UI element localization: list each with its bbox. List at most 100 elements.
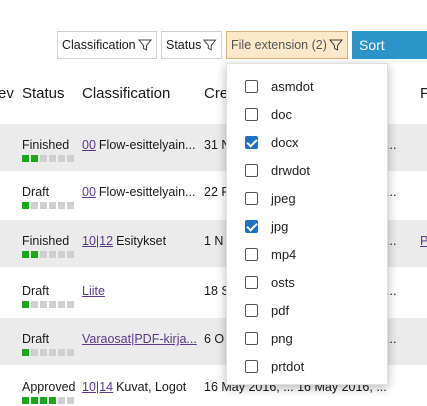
status-step (67, 155, 74, 162)
classification-link[interactable]: 00 (82, 138, 96, 152)
status-step (58, 301, 65, 308)
option-label: jpeg (271, 190, 296, 206)
classification-link[interactable]: 00 (82, 185, 96, 199)
file-extension-option[interactable]: docx (227, 128, 389, 156)
checkbox-icon[interactable] (245, 359, 258, 373)
status-step (22, 349, 29, 356)
checkbox-icon[interactable] (245, 303, 258, 317)
sort-button[interactable]: Sort (352, 31, 427, 59)
status-step (31, 301, 38, 308)
funnel-icon (328, 39, 343, 51)
file-extension-option[interactable]: drwdot (227, 156, 389, 184)
checkbox-checked-icon[interactable] (245, 135, 258, 149)
checkbox-icon[interactable] (245, 331, 258, 345)
classification-link[interactable]: Liite (82, 284, 105, 298)
option-label: docx (271, 134, 299, 150)
status-progress (22, 301, 74, 308)
file-extension-option[interactable]: png (227, 324, 389, 352)
file-extension-filter-label: File extension (2) (231, 38, 327, 52)
option-label: pdf (271, 302, 290, 318)
status-step (58, 251, 65, 258)
status-step (31, 202, 38, 209)
status-step (49, 202, 56, 209)
option-label: doc (271, 106, 292, 122)
status-step (67, 397, 74, 404)
status-filter-button[interactable]: Status (161, 31, 222, 59)
checkbox-icon[interactable] (245, 163, 258, 177)
status-step (31, 397, 38, 404)
file-extension-option[interactable]: osts (227, 268, 389, 296)
classification-link[interactable]: 10|12 (82, 234, 113, 248)
status-step (40, 301, 47, 308)
classification-filter-button[interactable]: Classification (57, 31, 157, 59)
option-label: asmdot (271, 78, 314, 94)
status-step (67, 251, 74, 258)
file-extension-option[interactable]: doc (227, 100, 389, 128)
column-header-created[interactable]: Cre (204, 85, 228, 102)
funnel-icon (137, 39, 152, 51)
funnel-icon (203, 39, 217, 51)
status-step (49, 155, 56, 162)
status-step (40, 155, 47, 162)
status-progress (22, 349, 74, 356)
status-step (31, 251, 38, 258)
classification-text: Flow-esittelyain... (98, 185, 196, 199)
file-extension-option[interactable]: asmdot (227, 72, 389, 100)
column-header-p[interactable]: P (420, 85, 427, 102)
status-step (67, 301, 74, 308)
classification-text: Kuvat, Logot (116, 380, 187, 394)
checkbox-icon[interactable] (245, 79, 258, 93)
status-step (49, 397, 56, 404)
classification-text: Esitykset (116, 234, 167, 248)
row-status: Approved (22, 380, 76, 394)
checkbox-checked-icon[interactable] (245, 219, 258, 233)
file-extension-option[interactable]: jpg (227, 212, 389, 240)
status-step (22, 301, 29, 308)
filter-bar: Classification Status File extension (2)… (0, 31, 427, 60)
status-step (58, 349, 65, 356)
row-status: Draft (22, 332, 50, 346)
row-created: 18 S (204, 284, 226, 298)
row-status: Finished (22, 138, 70, 152)
row-created: 6 O (204, 332, 225, 346)
status-step (58, 202, 65, 209)
file-extension-dropdown: asmdot doc docx drwdot jpeg jpg mp4 osts pdf png p… (226, 63, 388, 385)
checkbox-icon[interactable] (245, 275, 258, 289)
status-step (22, 155, 29, 162)
status-step (49, 251, 56, 258)
checkbox-icon[interactable] (245, 247, 258, 261)
status-step (40, 397, 47, 404)
row-classification: 00 Flow-esittelyain... (82, 185, 198, 199)
sort-label: Sort (359, 37, 385, 53)
row-classification: Liite (82, 284, 198, 298)
row-classification: 10|12 Esitykset (82, 234, 198, 248)
status-step (40, 202, 47, 209)
file-extension-option[interactable]: pdf (227, 296, 389, 324)
status-step (49, 349, 56, 356)
column-header-prev[interactable]: ev (0, 85, 14, 102)
column-header-status[interactable]: Status (22, 85, 65, 102)
status-step (58, 155, 65, 162)
option-label: osts (271, 274, 295, 290)
row-status: Draft (22, 185, 50, 199)
row-classification: 10|14 Kuvat, Logot (82, 380, 198, 394)
status-step (31, 155, 38, 162)
file-extension-option[interactable]: prtdot (227, 352, 389, 380)
checkbox-icon[interactable] (245, 107, 258, 121)
status-step (58, 397, 65, 404)
classification-link[interactable]: 10|14 (82, 380, 113, 394)
row-created: 1 N (204, 234, 224, 248)
status-step (67, 349, 74, 356)
status-step (67, 202, 74, 209)
row-p-link[interactable]: P (420, 234, 427, 248)
status-progress (22, 155, 74, 162)
status-progress (22, 202, 74, 209)
file-extension-filter-button[interactable]: File extension (2) (226, 31, 348, 59)
file-extension-option[interactable]: jpeg (227, 184, 389, 212)
column-header-classification[interactable]: Classification (82, 85, 170, 102)
checkbox-icon[interactable] (245, 191, 258, 205)
file-extension-option[interactable]: mp4 (227, 240, 389, 268)
status-progress (22, 397, 74, 404)
classification-link[interactable]: Varaosat|PDF-kirja... (82, 332, 197, 346)
option-label: prtdot (271, 358, 305, 374)
